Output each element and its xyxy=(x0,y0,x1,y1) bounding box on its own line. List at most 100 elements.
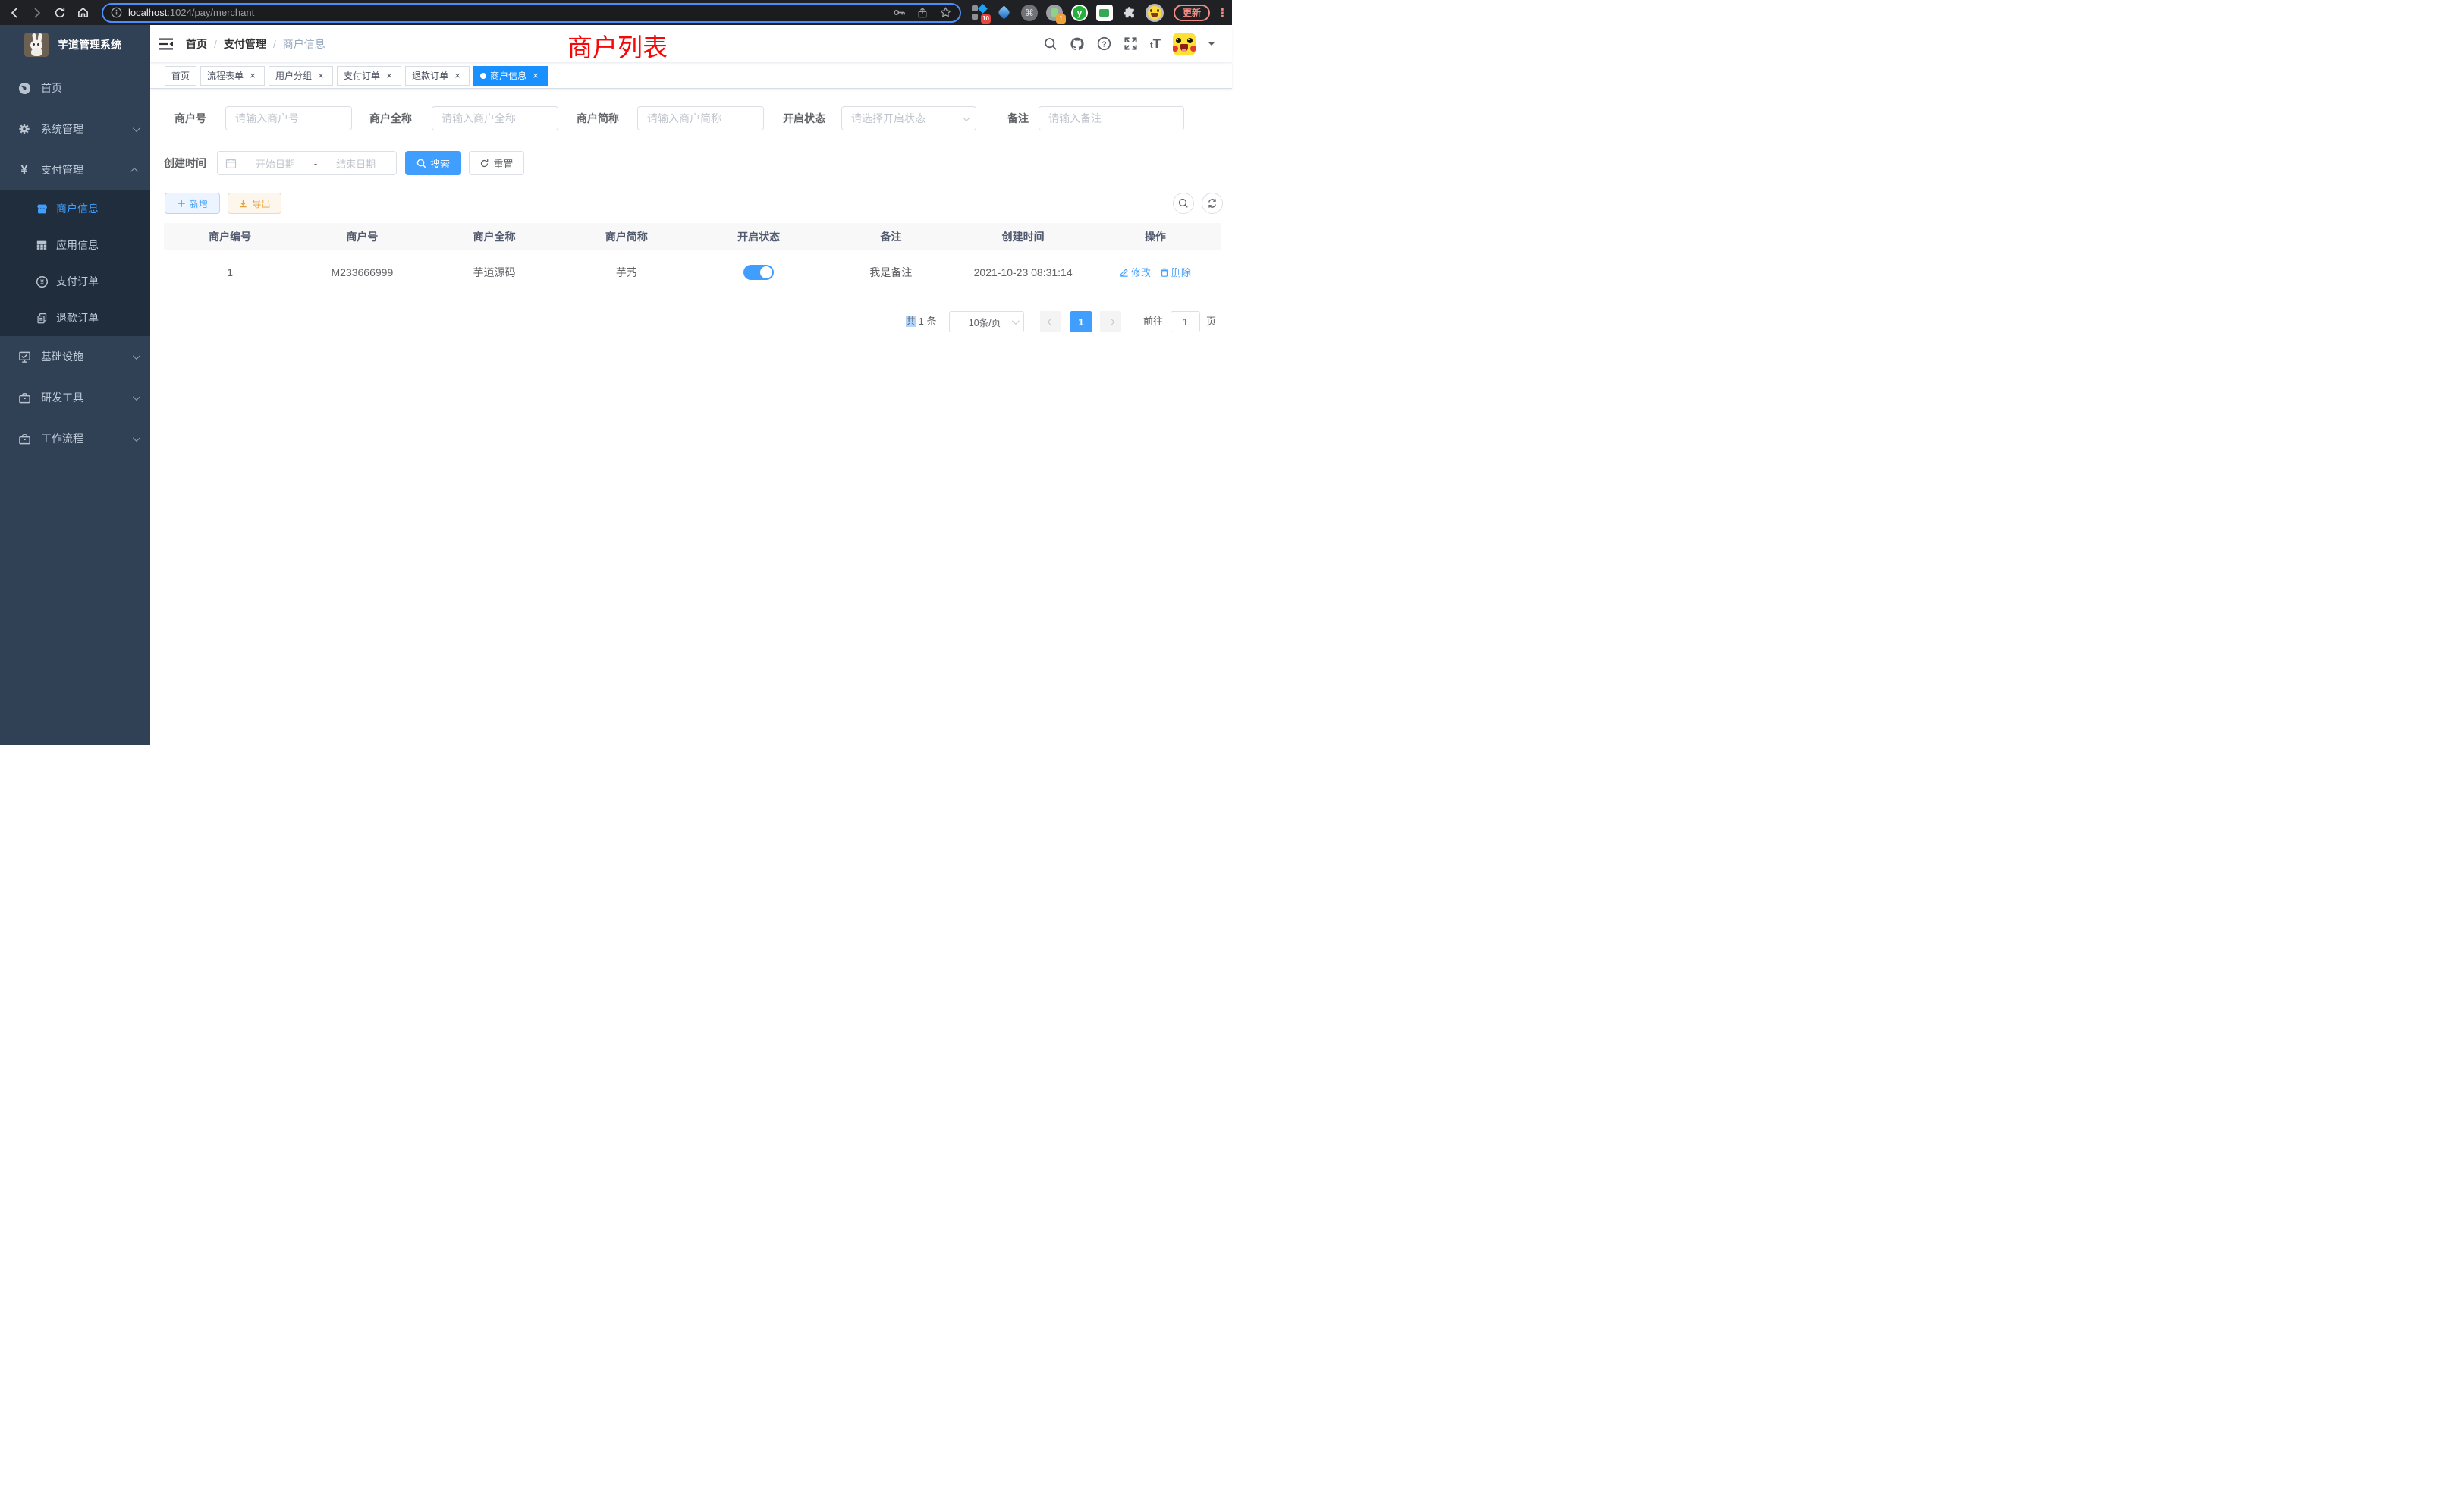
chevron-down-icon xyxy=(1012,317,1020,325)
end-date-placeholder: 结束日期 xyxy=(323,156,388,171)
table-header-row: 商户编号 商户号 商户全称 商户简称 开启状态 备注 创建时间 操作 xyxy=(164,223,1221,250)
delete-link[interactable]: 删除 xyxy=(1160,265,1191,279)
monitor-icon xyxy=(15,350,33,363)
tab-payment-orders[interactable]: 支付订单× xyxy=(337,66,401,86)
font-size-icon[interactable]: tT xyxy=(1150,37,1161,50)
merchant-no-input[interactable] xyxy=(225,106,352,130)
sidebar-item-system[interactable]: 系统管理 xyxy=(0,108,150,149)
active-dot xyxy=(480,73,486,79)
edit-pen-icon xyxy=(1120,268,1129,277)
extension-command-icon[interactable]: ⌘ xyxy=(1020,4,1039,22)
page-annotation: 商户列表 xyxy=(567,27,668,64)
sidebar-collapse-button[interactable] xyxy=(150,25,183,62)
show-search-toggle-button[interactable] xyxy=(1173,193,1194,214)
tab-refund-orders[interactable]: 退款订单× xyxy=(405,66,470,86)
github-icon[interactable] xyxy=(1070,36,1085,52)
browser-back-button[interactable] xyxy=(5,3,24,23)
sidebar-item-infrastructure[interactable]: 基础设施 xyxy=(0,336,150,377)
search-button[interactable]: 搜索 xyxy=(405,151,461,175)
close-icon[interactable]: × xyxy=(530,70,541,81)
extension-yudao-icon[interactable]: y xyxy=(1070,4,1089,22)
sidebar-item-workflow[interactable]: 工作流程 xyxy=(0,418,150,459)
bookmark-star-icon[interactable] xyxy=(939,6,952,19)
cell-full-name: 芋道源码 xyxy=(429,250,561,294)
chevron-down-icon xyxy=(133,124,140,132)
address-bar[interactable]: localhost:1024/pay/merchant xyxy=(102,3,961,23)
coin-yen-icon: ¥ xyxy=(33,275,50,288)
extension-tiles-icon[interactable]: 10 xyxy=(970,4,988,22)
breadcrumb-home[interactable]: 首页 xyxy=(186,36,207,52)
close-icon[interactable]: × xyxy=(247,70,258,81)
tab-home[interactable]: 首页 xyxy=(165,66,196,86)
reset-button[interactable]: 重置 xyxy=(469,151,524,175)
close-icon[interactable]: × xyxy=(384,70,394,81)
app-logo-row[interactable]: 芋道管理系统 xyxy=(0,25,150,64)
status-select[interactable]: 请选择开启状态 xyxy=(841,106,976,130)
extension-chat-icon[interactable] xyxy=(1095,4,1114,22)
site-info-icon[interactable] xyxy=(111,7,122,18)
sidebar-item-dev-tools[interactable]: 研发工具 xyxy=(0,377,150,418)
page-word: 页 xyxy=(1206,311,1216,332)
help-icon[interactable]: ? xyxy=(1097,36,1111,51)
extensions-puzzle-icon[interactable] xyxy=(1120,4,1139,22)
remark-input[interactable] xyxy=(1039,106,1184,130)
goto-label: 前往 xyxy=(1143,311,1163,332)
short-name-label: 商户简称 xyxy=(572,106,619,130)
header-search-icon[interactable] xyxy=(1044,37,1058,51)
browser-reload-button[interactable] xyxy=(50,3,70,23)
tab-process-form[interactable]: 流程表单× xyxy=(200,66,265,86)
next-page-button[interactable] xyxy=(1100,311,1121,332)
tab-merchant-info[interactable]: 商户信息× xyxy=(473,66,548,86)
extension-kite-icon[interactable] xyxy=(995,4,1014,22)
goto-page-input[interactable] xyxy=(1171,311,1200,332)
sidebar-item-merchant-info[interactable]: 商户信息 xyxy=(0,190,150,227)
share-icon[interactable] xyxy=(916,7,929,19)
status-toggle[interactable] xyxy=(743,265,774,280)
merchant-table: 商户编号 商户号 商户全称 商户简称 开启状态 备注 创建时间 操作 1 M23… xyxy=(164,223,1221,294)
close-icon[interactable]: × xyxy=(316,70,326,81)
fullscreen-icon[interactable] xyxy=(1124,36,1138,51)
full-name-input[interactable] xyxy=(432,106,558,130)
short-name-input[interactable] xyxy=(637,106,764,130)
home-icon xyxy=(77,6,90,19)
profile-avatar-emoji[interactable] xyxy=(1146,4,1164,22)
sidebar-item-home[interactable]: 首页 xyxy=(0,68,150,108)
refresh-table-button[interactable] xyxy=(1202,193,1223,214)
sidebar-item-payment[interactable]: ¥ 支付管理 xyxy=(0,149,150,190)
sidebar-item-app-info[interactable]: 应用信息 xyxy=(0,227,150,263)
add-button[interactable]: 新增 xyxy=(165,193,220,214)
user-menu-caret-icon[interactable] xyxy=(1208,42,1215,49)
create-time-range-picker[interactable]: 开始日期 - 结束日期 xyxy=(217,151,397,175)
password-key-icon[interactable] xyxy=(893,6,906,19)
prev-page-button[interactable] xyxy=(1040,311,1061,332)
start-date-placeholder: 开始日期 xyxy=(243,156,308,171)
sidebar-item-refund-orders[interactable]: 退款订单 xyxy=(0,300,150,336)
breadcrumb-payment[interactable]: 支付管理 xyxy=(224,36,266,52)
export-button[interactable]: 导出 xyxy=(228,193,281,214)
browser-menu-icon[interactable]: ⋮ xyxy=(1217,6,1224,20)
edit-link[interactable]: 修改 xyxy=(1120,265,1151,279)
extension-recorder-icon[interactable]: 1 xyxy=(1045,4,1064,22)
table-row: 1 M233666999 芋道源码 芋艿 我是备注 2021-10-23 08:… xyxy=(164,250,1221,294)
plus-icon xyxy=(177,199,186,208)
browser-forward-button[interactable] xyxy=(27,3,47,23)
chevron-down-icon xyxy=(963,114,970,121)
sidebar-item-payment-orders[interactable]: ¥ 支付订单 xyxy=(0,263,150,300)
url-text: localhost:1024/pay/merchant xyxy=(128,7,887,18)
document-copy-icon xyxy=(33,313,50,324)
user-avatar[interactable] xyxy=(1173,33,1196,55)
page-number-1[interactable]: 1 xyxy=(1070,311,1092,332)
cell-merchant-no: M233666999 xyxy=(296,250,428,294)
remark-label: 备注 xyxy=(998,106,1029,130)
close-icon[interactable]: × xyxy=(452,70,463,81)
browser-toolbar: localhost:1024/pay/merchant 10 ⌘ 1 xyxy=(0,0,1232,25)
chevron-down-icon xyxy=(133,352,140,360)
page-size-select[interactable]: 10条/页 xyxy=(949,311,1024,332)
chevron-down-icon xyxy=(133,393,140,401)
extensions-row: 10 ⌘ 1 y 更新 ⋮ xyxy=(970,4,1224,22)
cell-merchant-id: 1 xyxy=(164,250,296,294)
trash-icon xyxy=(1160,268,1169,277)
browser-home-button[interactable] xyxy=(73,3,93,23)
tab-user-group[interactable]: 用户分组× xyxy=(269,66,333,86)
browser-update-button[interactable]: 更新 xyxy=(1174,5,1210,21)
